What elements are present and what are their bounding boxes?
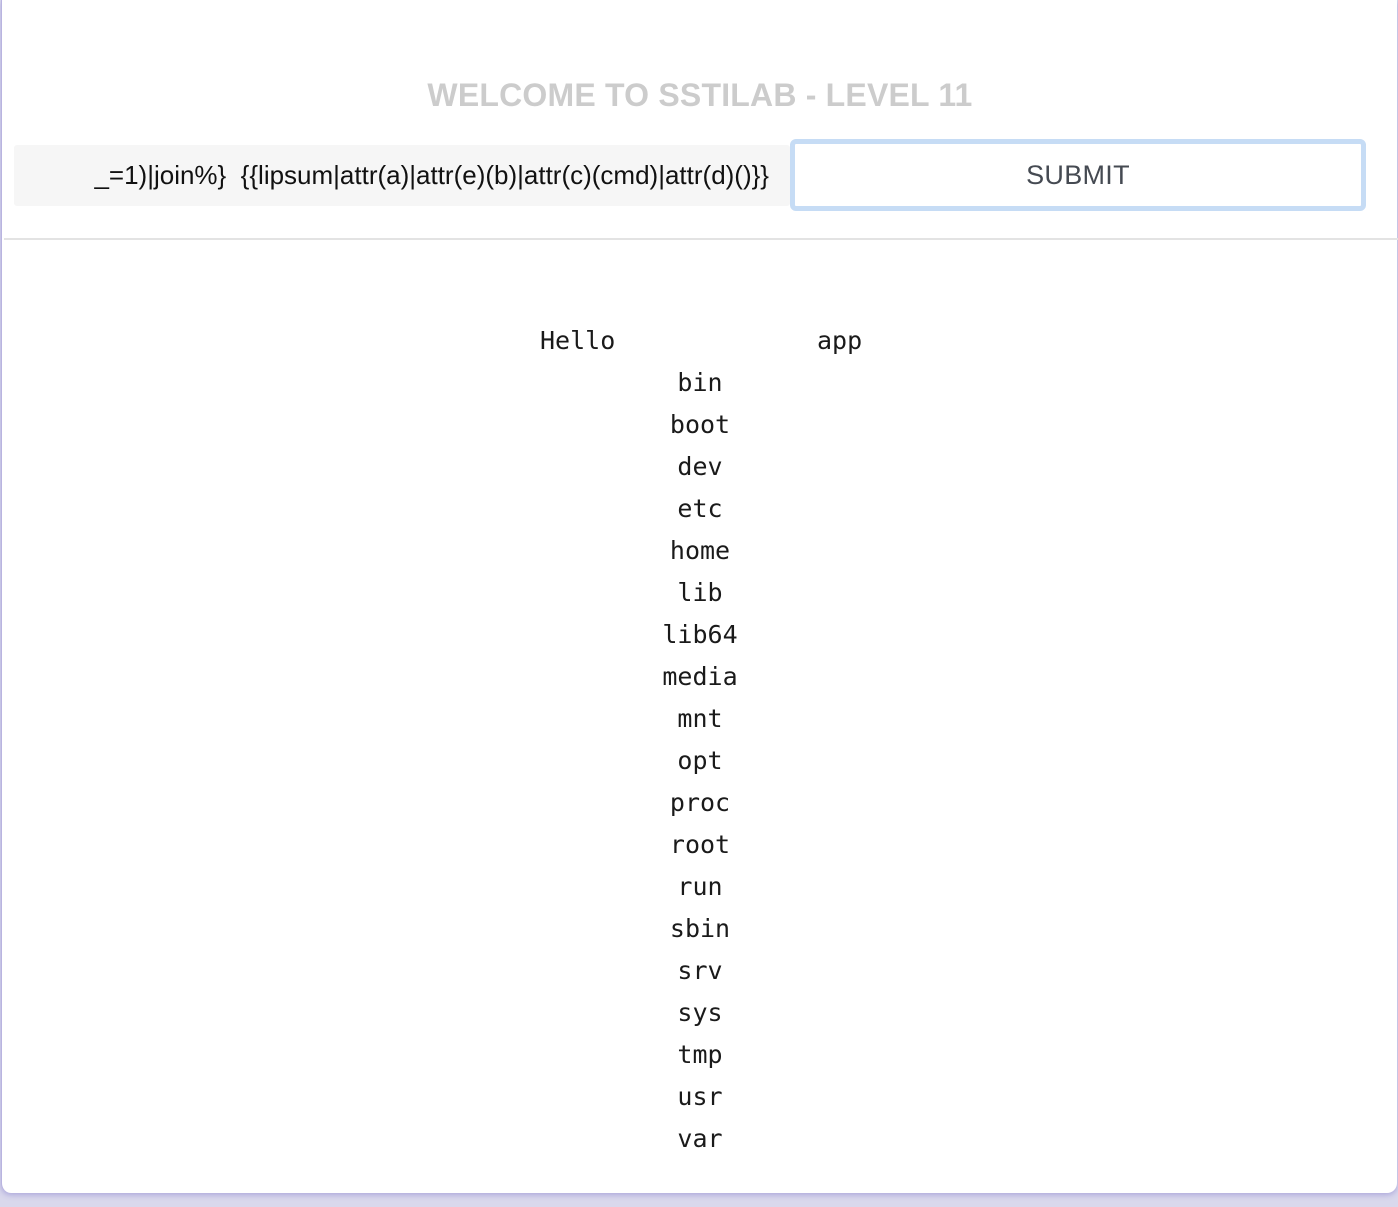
directory-entry: mnt [677, 704, 723, 733]
directory-entry: lib [677, 578, 723, 607]
directory-entry: run [677, 872, 723, 901]
submit-button[interactable]: SUBMIT [790, 139, 1366, 211]
directory-entry: tmp [677, 1040, 723, 1069]
directory-entry: media [662, 662, 738, 691]
directory-list: bin boot dev etc home lib lib64 media mn… [2, 368, 1398, 1166]
page-container: WELCOME TO SSTILAB - LEVEL 11 SUBMIT Hel… [1, 0, 1398, 1193]
page-title: WELCOME TO SSTILAB - LEVEL 11 [427, 77, 973, 113]
directory-entry: etc [677, 494, 723, 523]
directory-entry: srv [677, 956, 723, 985]
divider [4, 238, 1398, 240]
directory-entry: dev [677, 452, 723, 481]
directory-entry: home [669, 536, 731, 565]
directory-entry: app [817, 326, 863, 355]
directory-entry: usr [677, 1082, 723, 1111]
directory-entry: boot [669, 410, 731, 439]
greeting-text: Hello [540, 326, 616, 355]
directory-entry: proc [669, 788, 731, 817]
payload-input[interactable] [14, 145, 790, 206]
directory-entry: bin [677, 368, 723, 397]
directory-entry: sbin [669, 914, 731, 943]
directory-entry: sys [677, 998, 723, 1027]
directory-entry: root [669, 830, 731, 859]
directory-entry: opt [677, 746, 723, 775]
directory-entry: var [677, 1124, 723, 1153]
directory-entry: lib64 [662, 620, 738, 649]
